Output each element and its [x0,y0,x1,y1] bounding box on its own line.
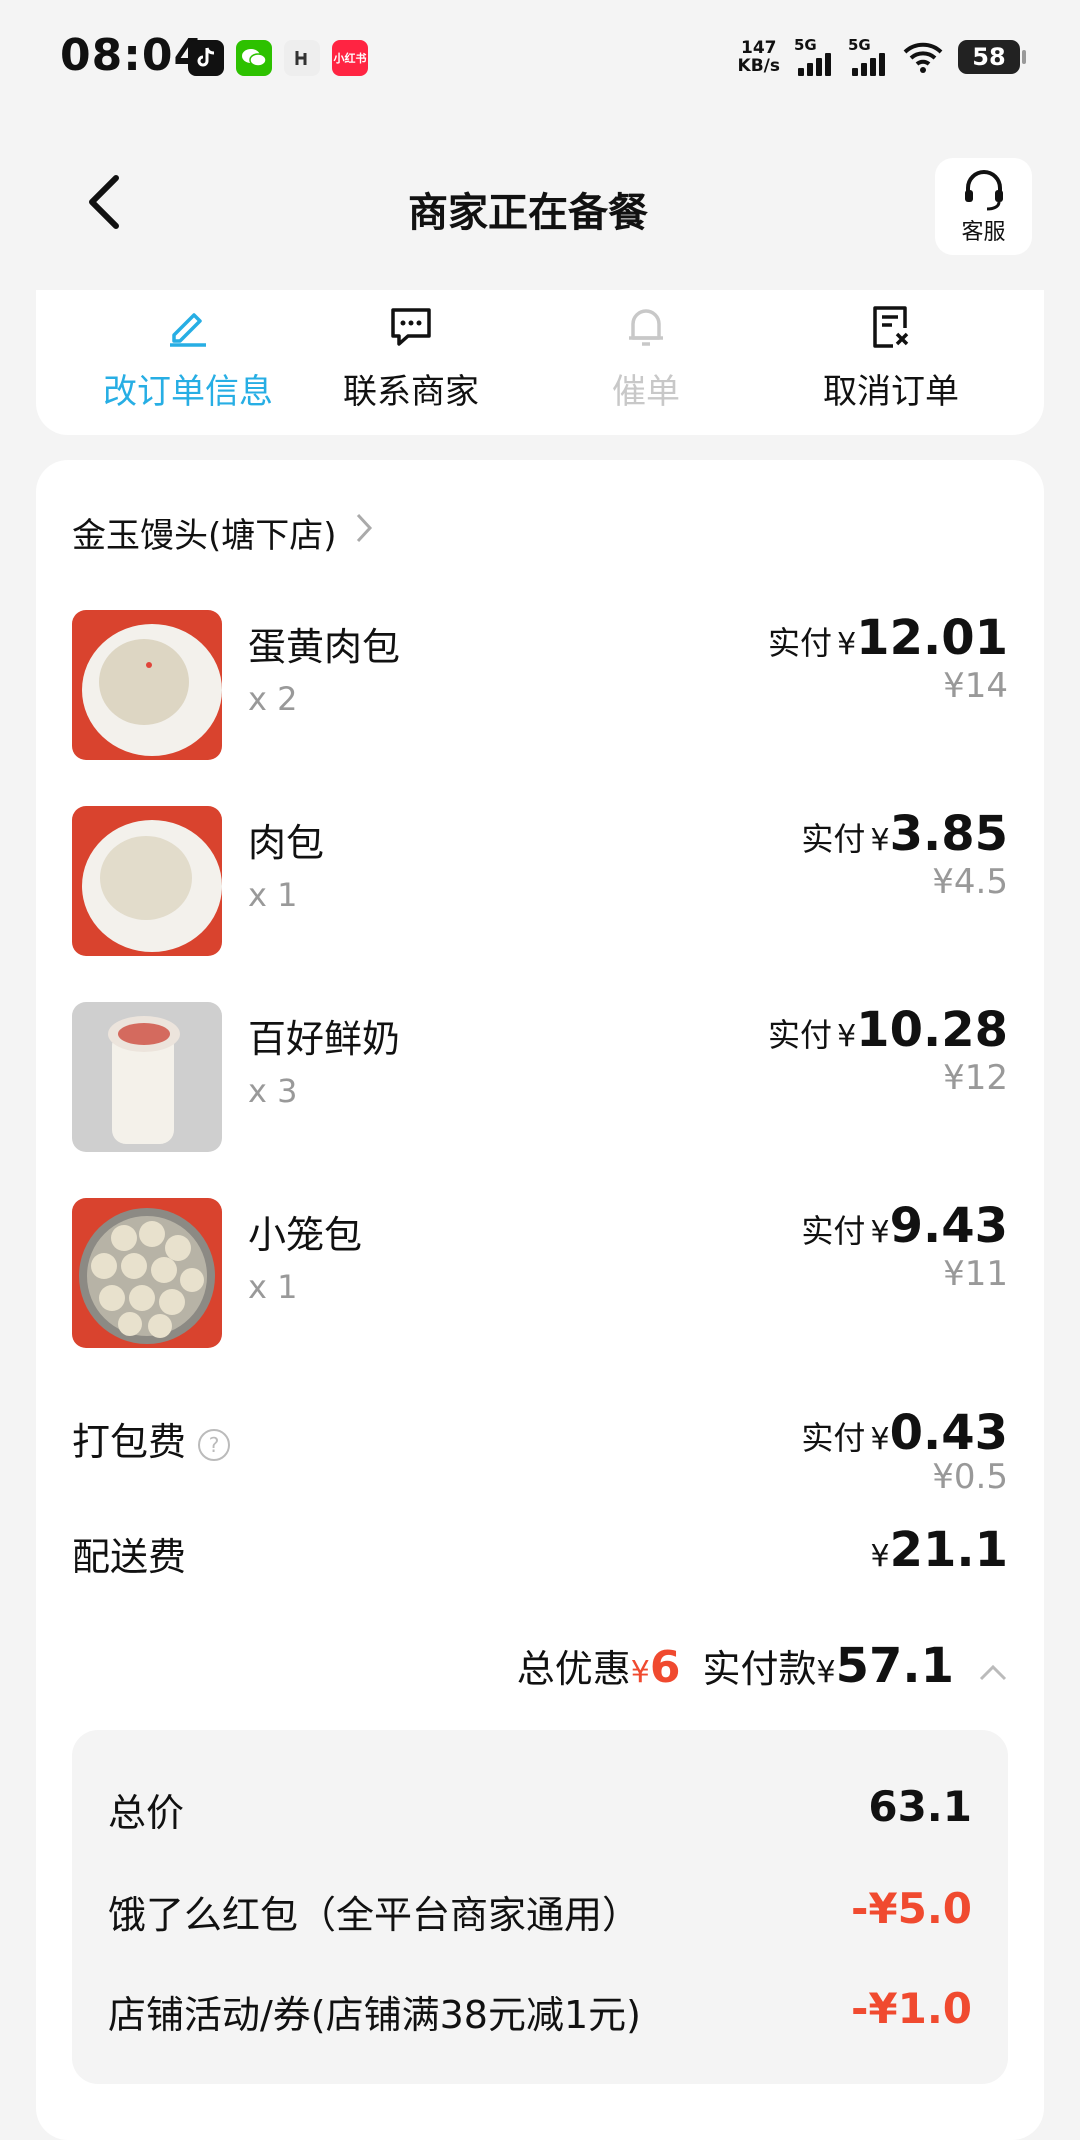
item-name: 百好鲜奶 [248,1017,401,1061]
edit-order-label: 改订单信息 [103,372,273,412]
breakdown-label: 总价 [108,1791,185,1835]
edit-order-button[interactable]: 改订单信息 [78,300,298,413]
bell-icon [629,309,663,346]
breakdown-value: 63.1 [868,1782,972,1831]
clock: 08:04 [60,30,206,81]
contact-merchant-label: 联系商家 [343,372,479,412]
item-thumbnail [72,806,222,956]
item-name: 小笼包 [248,1213,363,1257]
status-bar: 08:04 小红书 147 KB/s 5G 5G 58 [0,0,1080,120]
delivery-fee-amount: ¥21.1 [870,1522,1008,1578]
item-paid-price: 实付 ¥12.01 [767,610,1008,666]
order-item[interactable]: 小笼包 x 1 实付 ¥9.43 ¥11 [72,1198,1008,1348]
delivery-fee-label: 配送费 [72,1535,187,1579]
item-paid-price: 实付 ¥10.28 [767,1002,1008,1058]
chat-icon [391,308,431,346]
cancel-order-icon [873,306,909,348]
breakdown-row: 总价 63.1 [108,1782,972,1837]
breakdown-label: 店铺活动/券(店铺满38元减1元) [108,1993,641,2037]
signal-5g-icon: 5G [848,36,888,76]
order-actions-card: 改订单信息 联系商家 催单 取消订单 [36,290,1044,435]
order-item[interactable]: 百好鲜奶 x 3 实付 ¥10.28 ¥12 [72,1002,1008,1152]
order-item[interactable]: 蛋黄肉包 x 2 实付 ¥12.01 ¥14 [72,610,1008,760]
item-quantity: x 3 [248,1072,298,1110]
notification-icons: 小红书 [188,40,368,76]
item-name: 蛋黄肉包 [248,625,401,669]
wifi-icon [903,42,943,73]
item-original-price: ¥14 [943,666,1008,706]
item-original-price: ¥11 [943,1254,1008,1294]
urge-order-label: 催单 [612,372,680,412]
order-details-card: 金玉馒头(塘下店) 蛋黄肉包 x 2 实付 ¥12.01 ¥14 肉包 x 1 … [36,460,1044,2140]
service-label: 客服 [961,219,1006,245]
order-item[interactable]: 肉包 x 1 实付 ¥3.85 ¥4.5 [72,806,1008,956]
packing-fee-row: 打包费? 实付 ¥0.43 ¥0.5 [72,1405,1008,1505]
page-title: 商家正在备餐 [408,190,648,236]
breakdown-label: 饿了么红包（全平台商家通用） [108,1893,641,1937]
signal-5g-icon: 5G [794,36,834,76]
total-discount-amount: ¥6 [630,1642,681,1693]
cancel-order-button[interactable]: 取消订单 [781,300,1001,413]
item-quantity: x 2 [248,680,298,718]
edit-icon [170,313,206,347]
order-summary-toggle[interactable]: 总优惠 ¥6 实付款 ¥57.1 [517,1638,1008,1694]
system-status: 147 KB/s 5G 5G 58 [737,36,1026,76]
tiktok-icon [188,40,224,76]
item-quantity: x 1 [248,1268,298,1306]
item-name: 肉包 [248,821,325,865]
cancel-order-label: 取消订单 [823,372,959,412]
net-speed: 147 KB/s [737,38,780,76]
breakdown-value: -¥1.0 [850,1984,972,2033]
item-thumbnail [72,610,222,760]
breakdown-row: 饿了么红包（全平台商家通用） -¥5.0 [108,1884,972,1939]
item-thumbnail [72,1002,222,1152]
item-original-price: ¥4.5 [932,862,1008,902]
item-original-price: ¥12 [943,1058,1008,1098]
hupu-icon [284,40,320,76]
customer-service-button[interactable]: 客服 [935,158,1032,255]
packing-fee-paid: 实付 ¥0.43 [801,1405,1008,1461]
chevron-up-icon [979,1664,1007,1681]
urge-order-button[interactable]: 催单 [536,300,756,413]
wechat-icon [236,40,272,76]
chevron-right-icon [355,512,373,553]
packing-fee-original: ¥0.5 [932,1457,1008,1497]
shop-name: 金玉馒头(塘下店) [72,516,337,556]
item-paid-price: 实付 ¥3.85 [801,806,1008,862]
contact-merchant-button[interactable]: 联系商家 [301,300,521,413]
item-thumbnail [72,1198,222,1348]
delivery-fee-row: 配送费 ¥21.1 [72,1522,1008,1582]
total-discount-label: 总优惠 [516,1647,631,1691]
breakdown-row: 店铺活动/券(店铺满38元减1元) -¥1.0 [108,1984,972,2039]
item-quantity: x 1 [248,876,298,914]
breakdown-value: -¥5.0 [850,1884,972,1933]
help-icon[interactable]: ? [198,1428,231,1461]
packing-fee-label: 打包费 [72,1420,187,1464]
amount-paid-label: 实付款 [702,1647,817,1691]
item-paid-price: 实付 ¥9.43 [801,1198,1008,1254]
price-breakdown: 总价 63.1 饿了么红包（全平台商家通用） -¥5.0 店铺活动/券(店铺满3… [72,1730,1008,2084]
battery-icon: 58 [958,40,1026,74]
xiaohongshu-icon: 小红书 [332,40,368,76]
shop-link[interactable]: 金玉馒头(塘下店) [72,508,373,557]
headset-icon [964,169,1003,210]
amount-paid-value: 57.1 [835,1638,954,1694]
